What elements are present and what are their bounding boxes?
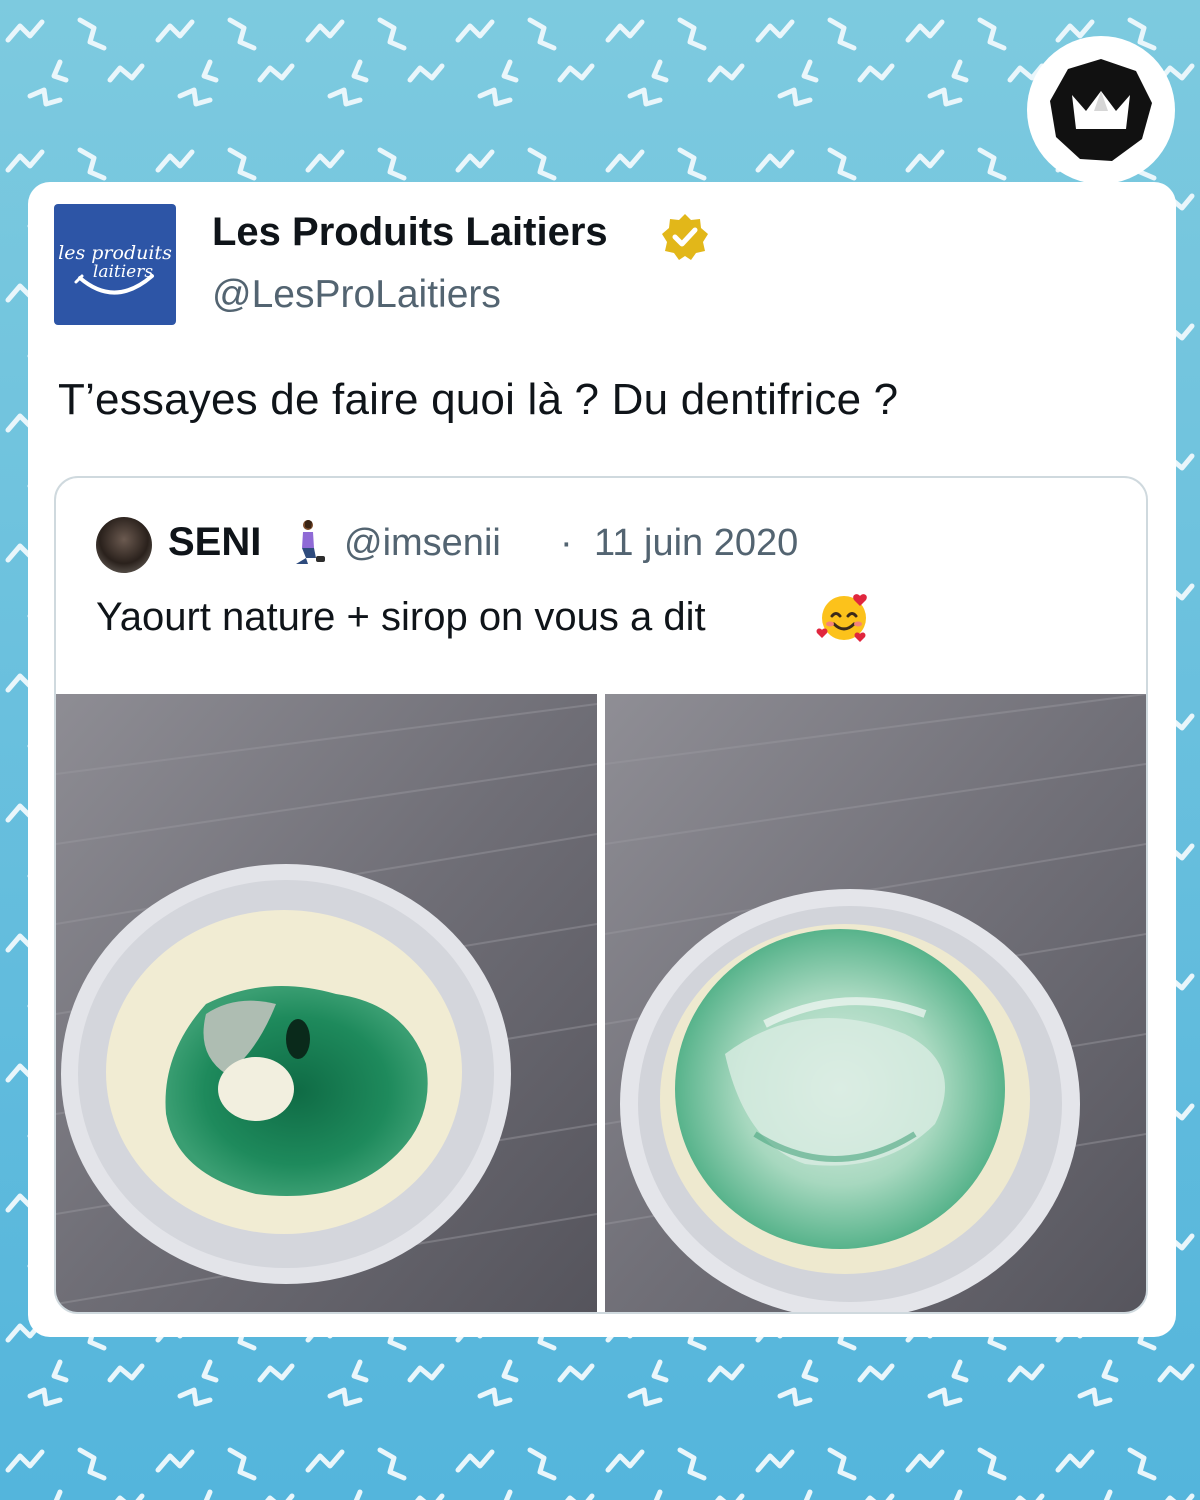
kneeling-woman-icon — [296, 520, 325, 564]
quoted-tweet-text: Yaourt nature + sirop on vous a dit — [96, 595, 706, 639]
tweet-card: les produits laitiers Les Produits Laiti… — [28, 182, 1176, 1337]
smiling-face-with-hearts-icon — [816, 594, 867, 642]
verified-badge-icon — [662, 214, 708, 260]
tweet-text: T’essayes de faire quoi là ? Du dentifri… — [58, 375, 899, 424]
separator-dot: · — [560, 522, 573, 564]
author-avatar[interactable]: les produits laitiers — [54, 204, 176, 325]
brand-badge — [1027, 36, 1175, 184]
quoted-author-handle: @imsenii — [344, 522, 501, 564]
quoted-photo-left[interactable] — [56, 694, 597, 1312]
yogurt-with-syrup-unmixed — [56, 694, 597, 1312]
yogurt-with-syrup-mixed — [605, 694, 1146, 1312]
quoted-tweet-date[interactable]: 11 juin 2020 — [594, 522, 798, 565]
quoted-author-name: SENI — [168, 520, 262, 564]
quoted-photo-right[interactable] — [605, 694, 1146, 1312]
crown-icon — [1050, 59, 1152, 161]
author-name[interactable]: Les Produits Laitiers — [212, 210, 608, 255]
quoted-tweet[interactable]: SENI @imsenii · 11 juin 2020 Yaourt natu… — [54, 476, 1148, 1314]
smile-curve-icon — [74, 274, 154, 295]
quoted-author-avatar[interactable] — [96, 517, 152, 573]
author-handle[interactable]: @LesProLaitiers — [212, 273, 501, 317]
